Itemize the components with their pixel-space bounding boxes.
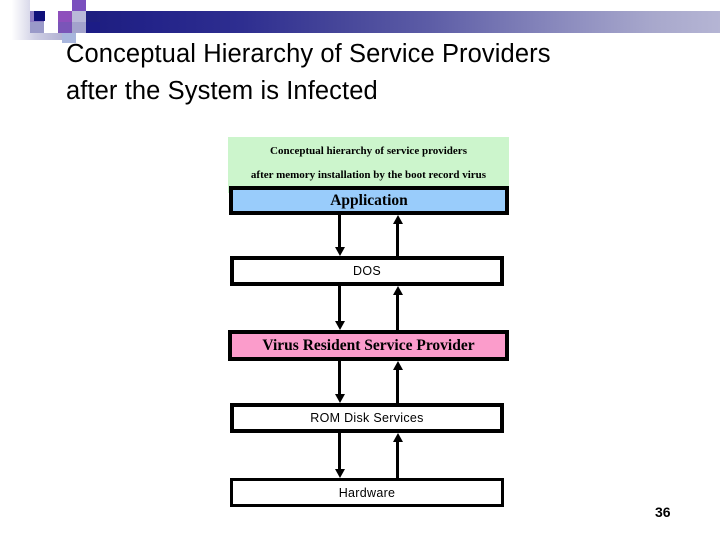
- arrowhead-up-icon-dos: [392, 215, 403, 224]
- connector-hardware-to-rom: [396, 441, 399, 478]
- diagram-node-virus-resident-service-provider[interactable]: Virus Resident Service Provider: [228, 330, 509, 361]
- arrowhead-down-icon-application: [334, 247, 345, 256]
- diagram-node-dos-label: DOS: [353, 264, 381, 278]
- diagram-node-hardware-label: Hardware: [338, 485, 396, 500]
- diagram-node-hardware[interactable]: Hardware: [230, 478, 504, 507]
- diagram-node-application-label: Application: [330, 191, 408, 209]
- diagram-caption-line-2: after memory installation by the boot re…: [250, 169, 487, 181]
- connector-rom-to-virus: [396, 369, 399, 403]
- diagram-node-rom-disk-services[interactable]: ROM Disk Services: [230, 403, 504, 433]
- connector-application-to-dos: [338, 215, 341, 248]
- arrowhead-up-icon-rom: [392, 361, 403, 370]
- connector-virus-to-rom: [338, 361, 341, 395]
- connector-dos-to-application: [396, 223, 399, 256]
- arrowhead-down-icon-dos: [334, 321, 345, 330]
- diagram-node-application[interactable]: Application: [229, 186, 509, 215]
- diagram-caption-line-1: Conceptual hierarchy of service provider…: [270, 145, 467, 157]
- arrowhead-up-icon-hardware: [392, 433, 403, 442]
- arrowhead-down-icon-virus: [334, 394, 345, 403]
- connector-rom-to-hardware: [338, 433, 341, 470]
- diagram-node-virus-label: Virus Resident Service Provider: [262, 336, 475, 354]
- page-number: 36: [655, 504, 671, 520]
- diagram-caption-box: Conceptual hierarchy of service provider…: [228, 137, 509, 193]
- hierarchy-diagram: Conceptual hierarchy of service provider…: [0, 0, 720, 540]
- arrowhead-up-icon-virus: [392, 286, 403, 295]
- connector-dos-to-virus: [338, 286, 341, 322]
- connector-virus-to-dos: [396, 294, 399, 330]
- diagram-node-dos[interactable]: DOS: [230, 256, 504, 286]
- diagram-node-rom-label: ROM Disk Services: [310, 411, 424, 425]
- arrowhead-down-icon-rom: [334, 469, 345, 478]
